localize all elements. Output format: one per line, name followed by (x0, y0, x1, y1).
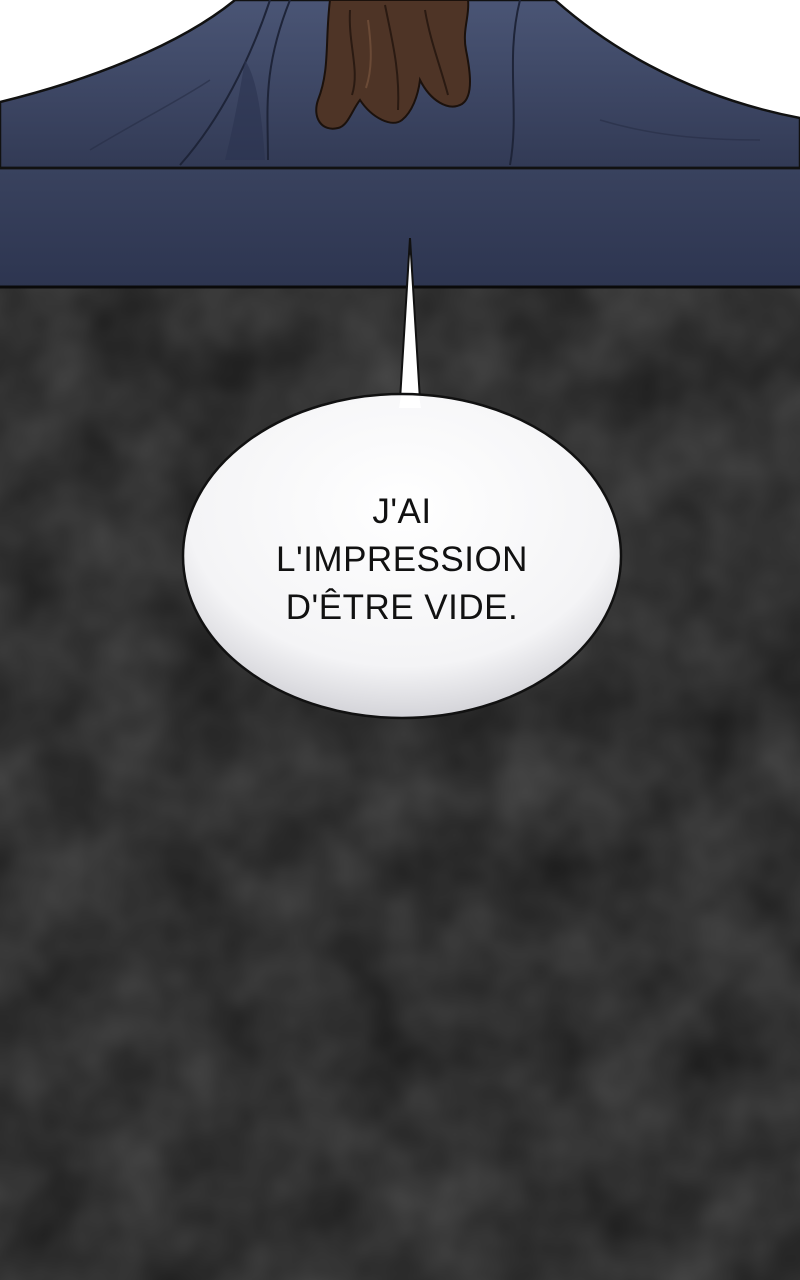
speech-text: J'AI L'IMPRESSION D'ÊTRE VIDE. (200, 488, 604, 632)
comic-panel: J'AI L'IMPRESSION D'ÊTRE VIDE. (0, 0, 800, 1280)
speech-line-2: L'IMPRESSION (276, 540, 528, 579)
speech-line-3: D'ÊTRE VIDE. (285, 588, 519, 627)
speech-line-1: J'AI (372, 492, 432, 531)
cloak-lower-band (0, 168, 800, 288)
panel-artwork (0, 0, 800, 1280)
